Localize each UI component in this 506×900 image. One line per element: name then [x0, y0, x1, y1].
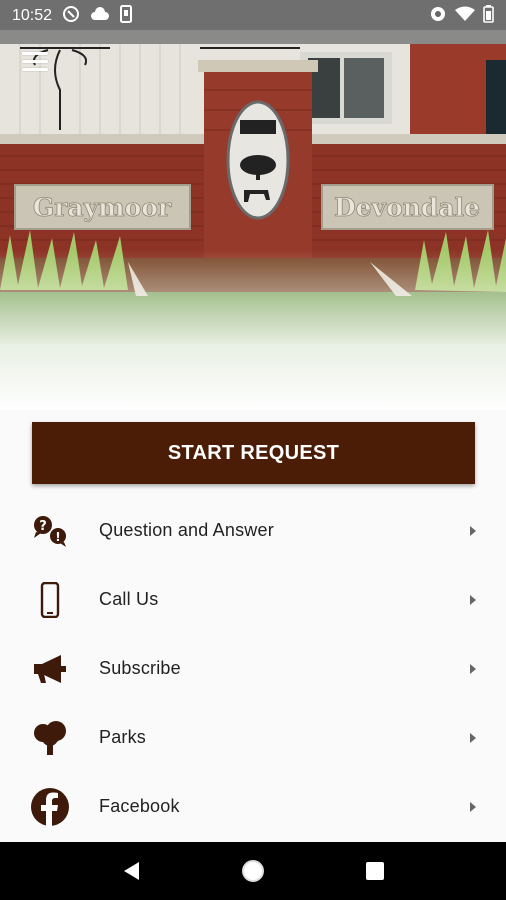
status-time: 10:52 — [12, 7, 53, 24]
menu-item-label: Subscribe — [99, 658, 181, 678]
menu-list: ? ! Question and Answer Call Us Subscrib… — [0, 496, 506, 841]
chevron-right-icon — [470, 525, 476, 536]
hamburger-menu-icon[interactable] — [22, 52, 48, 74]
chevron-right-icon — [470, 732, 476, 743]
menu-item-call-us[interactable]: Call Us — [0, 565, 506, 634]
navigation-bar — [0, 842, 506, 900]
back-icon[interactable] — [111, 851, 151, 891]
menu-item-label: Parks — [99, 727, 147, 747]
phone-status-icon — [120, 4, 133, 28]
wifi-icon — [455, 6, 475, 27]
menu-item-label: Question and Answer — [99, 520, 274, 540]
sign-right-text: Devondale — [334, 193, 480, 222]
svg-text:!: ! — [55, 530, 60, 544]
start-request-button[interactable]: START REQUEST — [32, 422, 475, 484]
status-bar: 10:52 — [0, 0, 506, 32]
sign-left-text: Graymoor — [33, 193, 172, 222]
menu-item-subscribe[interactable]: Subscribe — [0, 634, 506, 703]
question-answer-icon: ? ! — [30, 511, 70, 551]
menu-item-label: Facebook — [99, 796, 180, 816]
chevron-right-icon — [470, 594, 476, 605]
facebook-icon — [30, 787, 70, 827]
menu-item-label: Call Us — [99, 589, 159, 609]
megaphone-icon — [30, 649, 70, 689]
eye-icon — [429, 5, 447, 28]
menu-item-question-and-answer[interactable]: ? ! Question and Answer — [0, 496, 506, 565]
menu-item-parks[interactable]: Parks — [0, 703, 506, 772]
sync-icon — [62, 5, 80, 28]
chevron-right-icon — [470, 801, 476, 812]
hero-image: Graymoor Devondale — [0, 0, 506, 410]
phone-icon — [30, 580, 70, 620]
main-content: START REQUEST ? ! Question and Answer Ca… — [0, 410, 506, 842]
menu-item-facebook[interactable]: Facebook — [0, 772, 506, 841]
svg-text:?: ? — [39, 519, 47, 534]
recents-icon[interactable] — [355, 851, 395, 891]
home-icon[interactable] — [233, 851, 273, 891]
chevron-right-icon — [470, 663, 476, 674]
cloud-icon — [90, 6, 110, 26]
battery-icon — [483, 4, 494, 28]
tree-icon — [30, 718, 70, 758]
